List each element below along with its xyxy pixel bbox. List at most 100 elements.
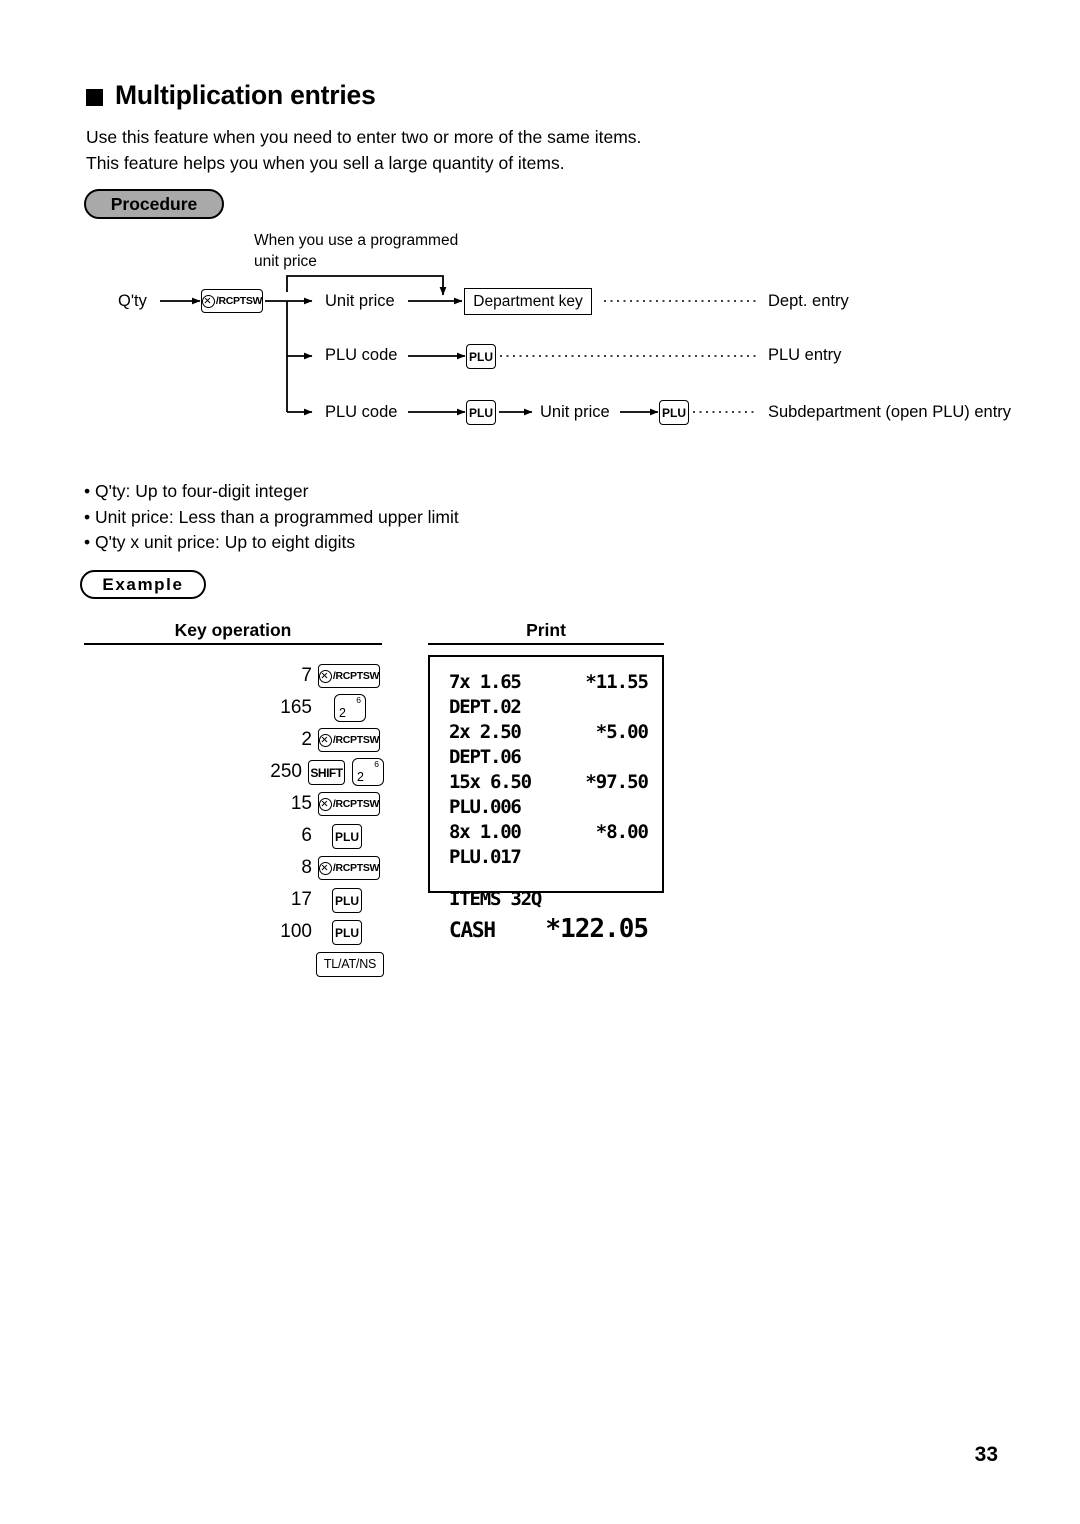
- key-entry-number: 6: [301, 825, 312, 846]
- department-2-6-key[interactable]: 2 6: [352, 758, 384, 786]
- procedure-diagram: When you use a programmed unit price Q't…: [0, 0, 1080, 470]
- receipt-line-left: PLU.017: [449, 846, 522, 868]
- department-key-shift-number: 6: [356, 695, 361, 705]
- plu-key[interactable]: PLU: [332, 920, 362, 945]
- note-item: • Unit price: Less than a programmed upp…: [84, 506, 459, 527]
- receipt-line-amount: *8.00: [595, 821, 649, 843]
- print-rule: [428, 643, 664, 645]
- receipt-line-left: DEPT.02: [449, 696, 522, 718]
- rcptsw-key-label: /RCPTSW: [332, 861, 380, 874]
- document-page: Multiplication entries Use this feature …: [0, 0, 1080, 1524]
- key-operation-header: Key operation: [174, 620, 292, 640]
- receipt-lines: 7x 1.65 *11.55 DEPT.02 2x 2.50 *5.00 DEP…: [449, 671, 649, 944]
- receipt-line-amount: *11.55: [585, 671, 649, 693]
- receipt-line: DEPT.02: [449, 696, 648, 721]
- receipt-spacer: [449, 871, 648, 888]
- receipt-line-left: 7x 1.65: [449, 671, 522, 693]
- diagram-row3-input2: Unit price: [540, 403, 610, 421]
- rcptsw-key[interactable]: /RCPTSW: [201, 289, 263, 313]
- diagram-row3-result: Subdepartment (open PLU) entry: [768, 403, 1012, 421]
- diagram-row2-input: PLU code: [325, 346, 398, 364]
- multiply-circle-icon: [201, 294, 215, 308]
- receipt-print-sample: 7x 1.65 *11.55 DEPT.02 2x 2.50 *5.00 DEP…: [428, 655, 664, 944]
- key-entry-number: 2: [301, 729, 312, 750]
- receipt-line-amount: *97.50: [585, 771, 649, 793]
- diagram-note: When you use a programmed unit price: [254, 230, 458, 272]
- plu-key-row3b[interactable]: PLU: [659, 400, 689, 425]
- key-operation-row: 15 /RCPTSW: [84, 788, 384, 820]
- rcptsw-key-label: /RCPTSW: [332, 797, 380, 810]
- receipt-items-line: ITEMS 32Q: [449, 888, 648, 913]
- rcptsw-key-label: /RCPTSW: [332, 733, 380, 746]
- receipt-line: 2x 2.50 *5.00: [449, 721, 649, 746]
- multiply-circle-icon: [318, 861, 332, 875]
- example-badge: Example: [80, 570, 206, 599]
- key-operation-row: 2 /RCPTSW: [84, 724, 384, 756]
- receipt-line-left: 8x 1.00: [449, 821, 522, 843]
- key-entry-number: 17: [290, 889, 312, 910]
- key-operation-rule: [84, 643, 382, 645]
- receipt-line: 7x 1.65 *11.55: [449, 671, 649, 696]
- key-entry-number: 7: [301, 665, 312, 686]
- plu-key[interactable]: PLU: [332, 824, 362, 849]
- key-entry-number: 250: [270, 761, 302, 782]
- note-item: • Q'ty: Up to four-digit integer: [84, 481, 309, 501]
- note-item: • Q'ty x unit price: Up to eight digits: [84, 532, 356, 552]
- diagram-connectors: [160, 275, 757, 416]
- rcptsw-key[interactable]: /RCPTSW: [318, 664, 380, 688]
- receipt-line-left: 15x 6.50: [449, 771, 532, 793]
- diagram-row3-input: PLU code: [325, 403, 398, 421]
- rcptsw-key[interactable]: /RCPTSW: [318, 856, 380, 880]
- key-entry-number: 165: [280, 697, 312, 718]
- receipt-line: 15x 6.50 *97.50: [449, 771, 649, 796]
- receipt-total-line: CASH *122.05: [449, 914, 649, 944]
- receipt-line-left: PLU.006: [449, 796, 522, 818]
- department-key-box[interactable]: Department key: [464, 288, 592, 315]
- receipt-items-label: ITEMS 32Q: [449, 888, 542, 910]
- multiply-circle-icon: [318, 669, 332, 683]
- receipt-line: 8x 1.00 *8.00: [449, 821, 649, 846]
- key-entry-number: 8: [301, 857, 312, 878]
- page-number: 33: [974, 1443, 998, 1466]
- key-operation-row: 250 SHIFT 2 6: [84, 756, 384, 788]
- department-key-number: 2: [357, 769, 364, 784]
- key-entry-number: 15: [290, 793, 312, 814]
- key-operation-row: TL/AT/NS: [84, 948, 384, 980]
- key-operation-row: 165 2 6: [84, 692, 384, 724]
- receipt-line-left: DEPT.06: [449, 746, 522, 768]
- diagram-qty-label: Q'ty: [118, 292, 147, 310]
- diagram-row1-input: Unit price: [325, 292, 395, 310]
- multiply-circle-icon: [318, 733, 332, 747]
- diagram-row2-result: PLU entry: [768, 346, 842, 364]
- plu-key[interactable]: PLU: [332, 888, 362, 913]
- diagram-note-line-2: unit price: [254, 253, 317, 270]
- department-key-shift-number: 6: [374, 759, 379, 769]
- rcptsw-key[interactable]: /RCPTSW: [318, 728, 380, 752]
- rcptsw-key-label: /RCPTSW: [332, 669, 380, 682]
- key-operation-list: 7 /RCPTSW 165 2 6 2 /RCPTSW 250 SHIFT 2 …: [84, 660, 384, 980]
- print-header: Print: [526, 620, 566, 640]
- notes-list: • Q'ty: Up to four-digit integer • Unit …: [84, 479, 459, 556]
- receipt-line: PLU.017: [449, 846, 648, 871]
- department-2-6-key[interactable]: 2 6: [334, 694, 366, 722]
- receipt-line: DEPT.06: [449, 746, 648, 771]
- diagram-row1-result: Dept. entry: [768, 292, 849, 310]
- key-operation-row: 100 PLU: [84, 916, 384, 948]
- key-operation-row: 6 PLU: [84, 820, 384, 852]
- key-operation-row: 7 /RCPTSW: [84, 660, 384, 692]
- department-key-number: 2: [339, 705, 346, 720]
- plu-key-row2[interactable]: PLU: [466, 344, 496, 369]
- rcptsw-key[interactable]: /RCPTSW: [318, 792, 380, 816]
- key-operation-row: 17 PLU: [84, 884, 384, 916]
- key-entry-number: 100: [280, 921, 312, 942]
- multiply-circle-icon: [318, 797, 332, 811]
- tl-at-ns-key[interactable]: TL/AT/NS: [316, 952, 384, 977]
- plu-key-row3a[interactable]: PLU: [466, 400, 496, 425]
- receipt-total-amount: *122.05: [545, 914, 649, 944]
- receipt-line: PLU.006: [449, 796, 648, 821]
- receipt-line-amount: *5.00: [595, 721, 649, 743]
- receipt-total-label: CASH: [449, 918, 496, 942]
- diagram-note-line-1: When you use a programmed: [254, 232, 459, 249]
- shift-key[interactable]: SHIFT: [308, 760, 345, 785]
- receipt-line-left: 2x 2.50: [449, 721, 522, 743]
